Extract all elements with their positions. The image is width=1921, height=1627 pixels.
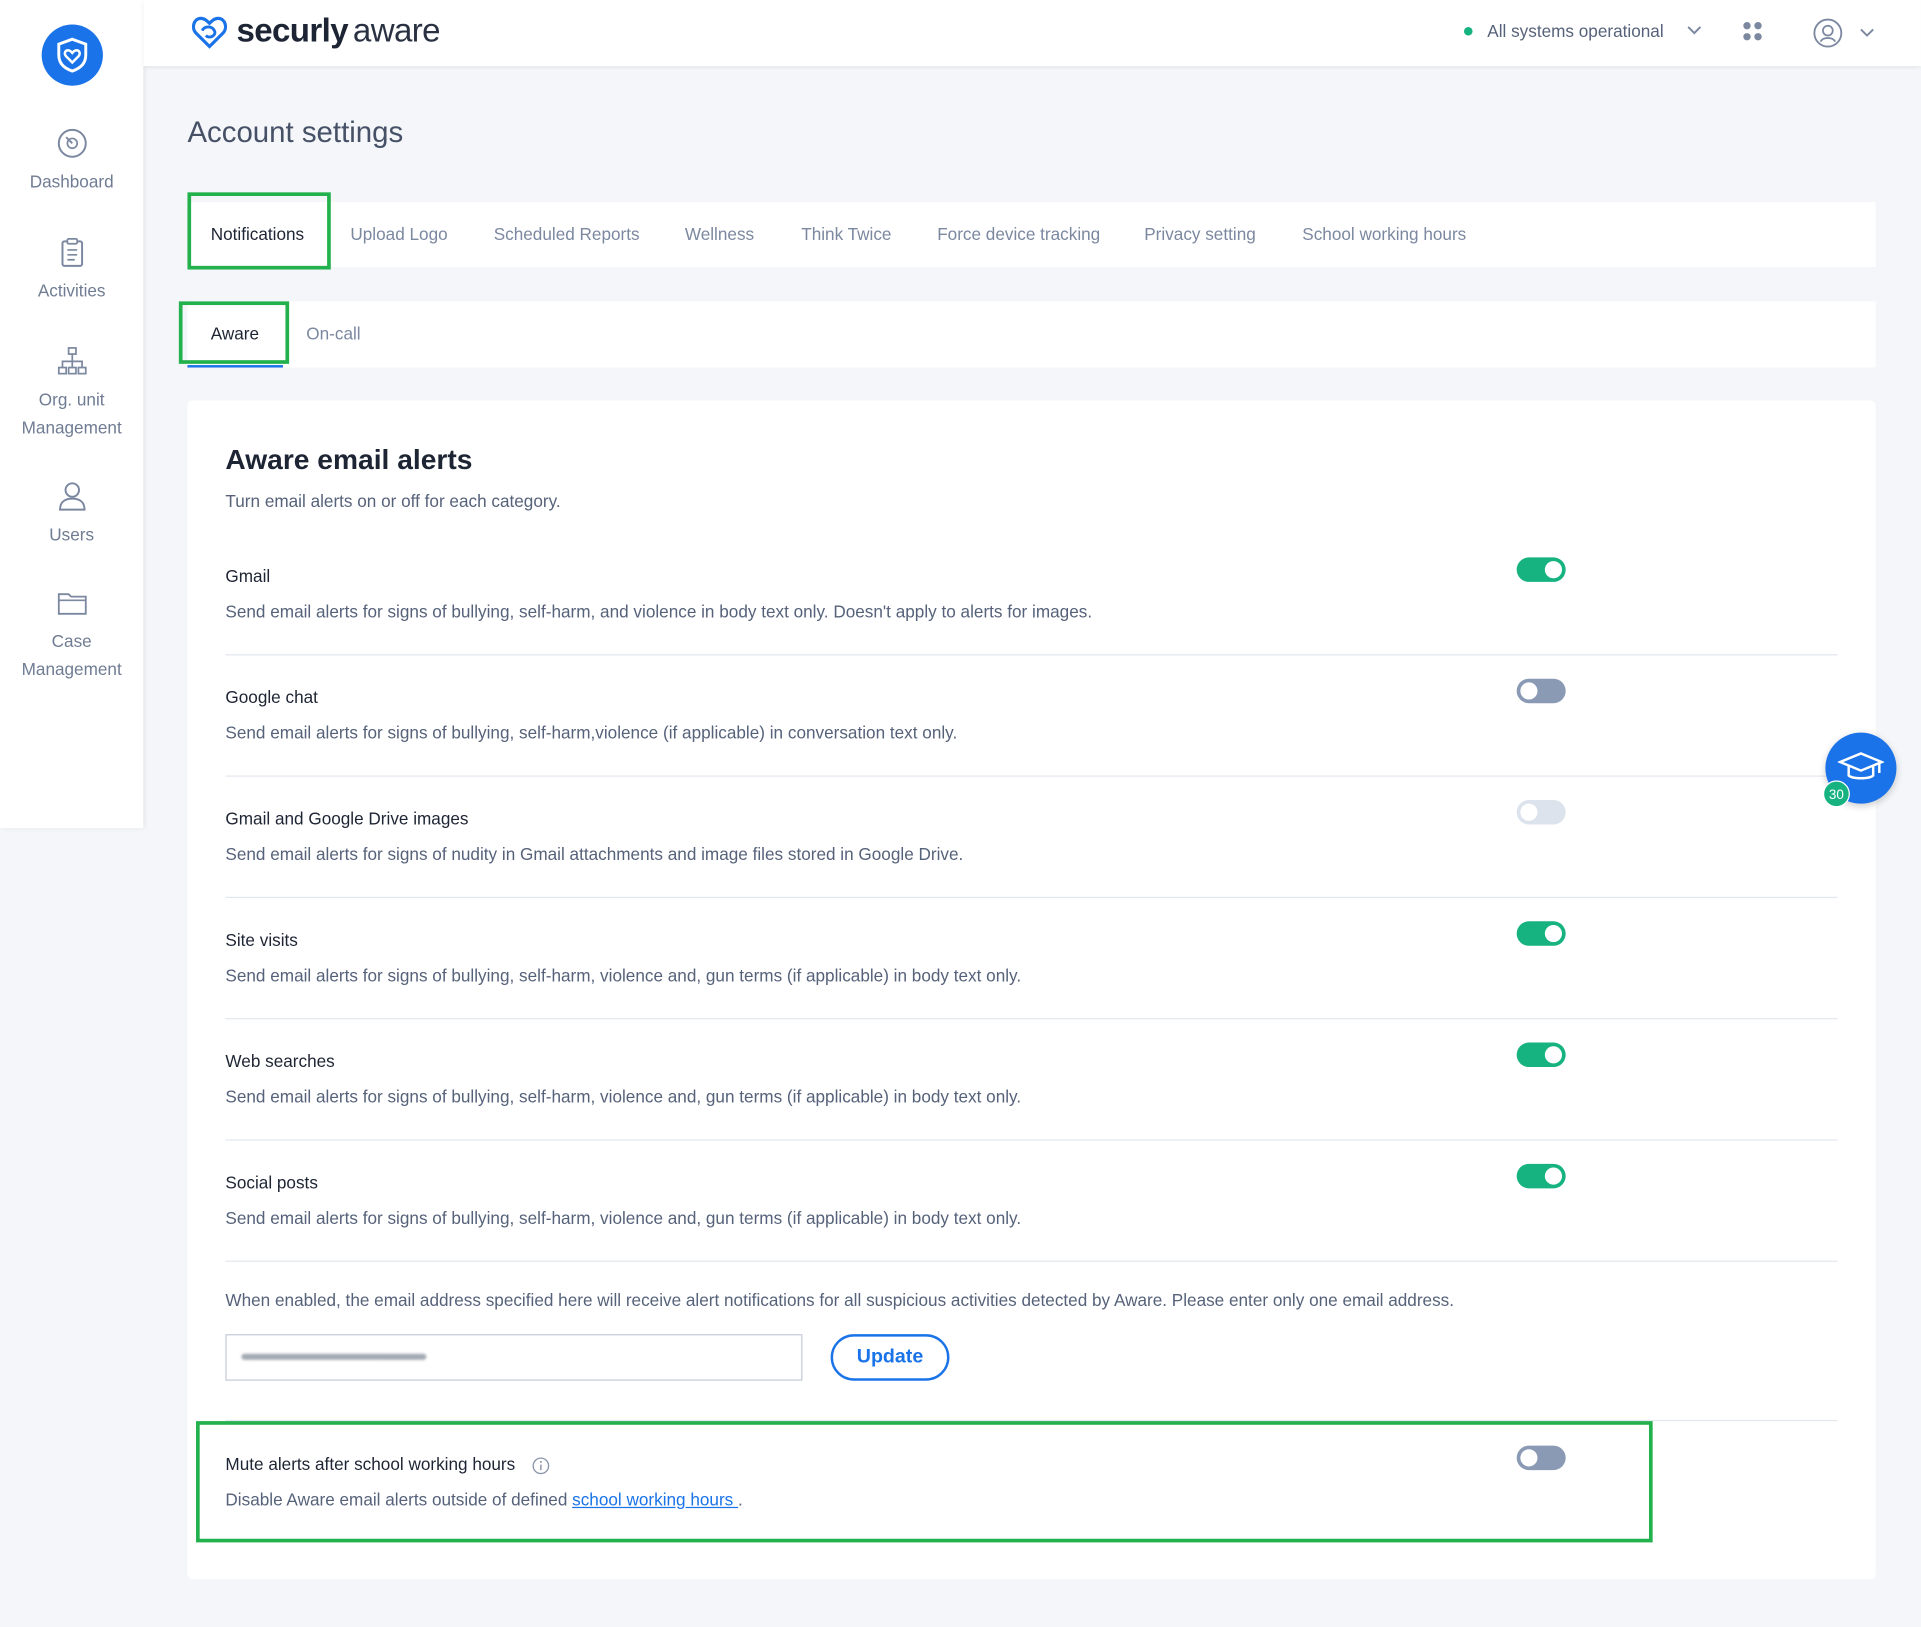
sidebar-item-label-line1: Org. unit (38, 389, 105, 410)
sidebar-item-label-line2: Management (21, 659, 122, 679)
alert-title: Site visits (225, 929, 298, 950)
info-icon[interactable] (532, 1456, 550, 1474)
fab-badge: 30 (1822, 780, 1850, 808)
school-working-hours-link[interactable]: school working hours (572, 1490, 738, 1510)
google-chat-toggle[interactable] (1516, 678, 1566, 704)
mute-alerts-title-text: Mute alerts after school working hours (225, 1454, 516, 1474)
redacted-email (241, 1353, 427, 1360)
user-icon (58, 482, 85, 511)
chevron-down-icon (1860, 28, 1874, 37)
alert-title: Social posts (225, 1172, 318, 1193)
divider (225, 1018, 1838, 1020)
alert-description: Send email alerts for signs of bullying,… (225, 722, 958, 743)
active-tab-indicator (187, 365, 283, 368)
tab-force-device-tracking[interactable]: Force device tracking (937, 202, 1100, 267)
account-menu[interactable] (1812, 17, 1876, 49)
chevron-down-icon (1687, 26, 1702, 35)
user-avatar-icon (1813, 18, 1843, 48)
card-subtitle: Turn email alerts on or off for each cat… (225, 491, 561, 511)
top-header: securly aware All systems operational (143, 0, 1921, 67)
mute-alerts-title: Mute alerts after school working hours (225, 1454, 550, 1475)
divider (225, 1260, 1838, 1262)
tab-wellness[interactable]: Wellness (685, 202, 754, 267)
sidebar-item-dashboard[interactable]: Dashboard (0, 126, 143, 196)
divider (225, 896, 1838, 898)
sidebar-item-label: Activities (37, 280, 106, 301)
org-chart-icon (57, 347, 87, 375)
apps-grid-icon[interactable] (1742, 21, 1764, 43)
settings-tabs: Notifications Upload Logo Scheduled Repo… (187, 202, 1876, 268)
mute-alerts-description: Disable Aware email alerts outside of de… (225, 1490, 742, 1510)
sidebar-item-label-line1: Case (51, 630, 92, 651)
shield-logo-icon[interactable] (41, 24, 103, 86)
tab-privacy-setting[interactable]: Privacy setting (1144, 202, 1256, 267)
divider (225, 1419, 1838, 1422)
divider (225, 654, 1838, 656)
sidebar-item-org-unit-management[interactable]: Org. unit Management (0, 344, 143, 442)
alert-title: Google chat (225, 687, 318, 707)
alert-description: Send email alerts for signs of bullying,… (225, 601, 1093, 622)
alert-description: Send email alerts for signs of bullying,… (225, 965, 1022, 985)
sidebar-item-activities[interactable]: Activities (0, 235, 143, 305)
mute-alerts-toggle[interactable] (1516, 1445, 1566, 1471)
sidebar: Dashboard Activities Org. unit Managemen… (0, 0, 144, 829)
sidebar-item-users[interactable]: Users (0, 479, 143, 549)
sidebar-item-label: Users (49, 524, 95, 544)
brand-logo[interactable]: securly aware (190, 12, 441, 50)
tab-on-call[interactable]: On-call (306, 301, 360, 365)
status-text: All systems operational (1487, 20, 1664, 41)
securly-heart-logo-icon (191, 16, 228, 49)
clipboard-icon (60, 238, 83, 267)
folder-icon (57, 593, 87, 615)
web-searches-toggle[interactable] (1516, 1042, 1566, 1068)
alert-title: Web searches (225, 1051, 335, 1071)
site-visits-toggle[interactable] (1516, 921, 1566, 946)
tab-upload-logo[interactable]: Upload Logo (350, 202, 447, 267)
alert-title: Gmail (225, 565, 271, 586)
alert-description: Send email alerts for signs of bullying,… (225, 1086, 1022, 1107)
sidebar-item-label-line2: Management (21, 417, 122, 438)
tab-aware[interactable]: Aware (211, 301, 259, 365)
divider (225, 1139, 1838, 1141)
mute-desc-suffix: . (738, 1489, 743, 1510)
divider (225, 775, 1838, 777)
gmail-drive-images-toggle (1516, 799, 1566, 825)
update-button[interactable]: Update (830, 1334, 950, 1381)
aware-email-alerts-card: Aware email alerts Turn email alerts on … (187, 400, 1876, 1580)
tab-scheduled-reports[interactable]: Scheduled Reports (494, 202, 640, 267)
status-dot-icon (1463, 26, 1473, 35)
alert-title: Gmail and Google Drive images (225, 808, 469, 829)
sidebar-item-case-management[interactable]: Case Management (0, 586, 143, 684)
mute-desc-prefix: Disable Aware email alerts outside of de… (225, 1489, 573, 1510)
tab-school-working-hours[interactable]: School working hours (1302, 202, 1466, 267)
alert-description: Send email alerts for signs of nudity in… (225, 844, 964, 864)
graduation-cap-icon (1837, 752, 1885, 780)
card-title: Aware email alerts (225, 443, 473, 476)
brand-name-light: aware (352, 12, 441, 50)
page-title: Account settings (187, 116, 404, 150)
brand-name-bold: securly (236, 12, 349, 50)
email-note: When enabled, the email address specifie… (225, 1290, 1455, 1310)
notification-subtabs: Aware On-call (187, 301, 1876, 368)
tab-think-twice[interactable]: Think Twice (801, 202, 891, 267)
gmail-toggle[interactable] (1516, 557, 1566, 582)
social-posts-toggle[interactable] (1516, 1163, 1566, 1189)
tab-notifications[interactable]: Notifications (211, 202, 304, 267)
alert-description: Send email alerts for signs of bullying,… (225, 1207, 1022, 1228)
gauge-icon (57, 128, 87, 158)
system-status[interactable]: All systems operational (1463, 20, 1703, 41)
sidebar-item-label: Dashboard (29, 171, 114, 192)
